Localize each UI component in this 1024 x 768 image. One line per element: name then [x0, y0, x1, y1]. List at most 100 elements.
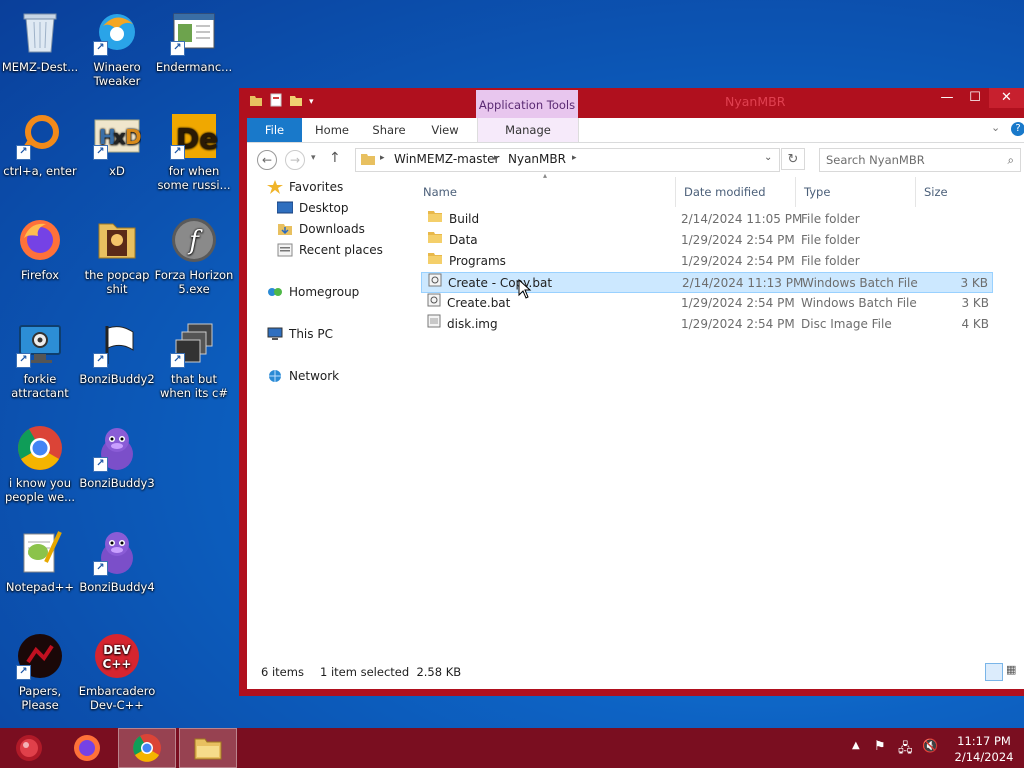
large-icons-view-button[interactable]: ▦: [1006, 663, 1022, 681]
nav-downloads[interactable]: Downloads: [277, 219, 365, 239]
table-row[interactable]: Programs 1/29/2024 2:54 PM File folder: [421, 251, 993, 272]
action-center-flag-icon[interactable]: ⚑: [874, 739, 886, 754]
desktop-icon-notepadpp[interactable]: Notepad++: [0, 528, 80, 594]
desktop-icon-firefox[interactable]: Firefox: [0, 216, 80, 282]
nav-label: Desktop: [299, 201, 349, 215]
breadcrumb-separator-icon: ▸: [380, 153, 385, 163]
table-row[interactable]: Create.bat 1/29/2024 2:54 PM Windows Batch…: [421, 293, 993, 314]
table-row[interactable]: disk.img 1/29/2024 2:54 PM Disc Image File…: [421, 314, 993, 335]
title-bar[interactable]: ▾ Application Tools NyanMBR — ☐ ✕: [239, 88, 1024, 118]
file-type: File folder: [801, 212, 860, 226]
desktop-icon-russian[interactable]: De ↗ for when some russi...: [154, 112, 234, 192]
column-header-size[interactable]: Size: [915, 177, 994, 207]
desktop-icon-xd[interactable]: HxD ↗ xD: [77, 112, 157, 178]
desktop-icon-devcpp[interactable]: DEV C++ Embarcadero Dev-C++: [77, 632, 157, 712]
desktop-icon-winaero[interactable]: ↗ Winaero Tweaker: [77, 8, 157, 88]
shortcut-arrow-icon: ↗: [16, 353, 31, 368]
desktop-icon-bonzibuddy2[interactable]: ↗ BonziBuddy2: [77, 320, 157, 386]
nav-label: Homegroup: [289, 285, 360, 299]
taskbar-firefox[interactable]: [58, 728, 116, 768]
address-bar[interactable]: ▸ WinMEMZ-master ▸ NyanMBR ▸ ⌄: [355, 148, 780, 172]
tab-manage[interactable]: Manage: [477, 118, 579, 142]
table-row[interactable]: Build 2/14/2024 11:05 PM File folder: [421, 209, 993, 230]
desktop-icon-forza[interactable]: f Forza Horizon 5.exe: [154, 216, 234, 296]
close-button[interactable]: ✕: [989, 88, 1024, 108]
properties-icon[interactable]: [269, 93, 283, 110]
file-type: File folder: [801, 233, 860, 247]
volume-muted-icon[interactable]: 🔇: [922, 739, 938, 754]
tab-home[interactable]: Home: [307, 118, 357, 142]
nav-recent-places[interactable]: Recent places: [277, 240, 383, 260]
breadcrumb-item[interactable]: NyanMBR: [508, 152, 566, 166]
file-name-cell: Build: [427, 209, 479, 230]
mouse-cursor-icon: [518, 278, 532, 302]
column-header-type[interactable]: Type: [795, 177, 918, 207]
refresh-button[interactable]: ↻: [781, 148, 805, 170]
nav-label: This PC: [289, 327, 333, 341]
up-button[interactable]: ↑: [329, 150, 341, 166]
taskbar-chrome[interactable]: [118, 728, 176, 768]
help-icon[interactable]: ?: [1011, 122, 1024, 136]
folder-icon: [427, 230, 443, 251]
desktop-icon-endermanch[interactable]: ↗ Endermanc...: [154, 8, 234, 74]
file-name-cell: disk.img: [427, 314, 498, 335]
nav-label: Network: [289, 369, 340, 383]
taskbar: ▲ ⚑ 🖧 🔇 11:17 PM 2/14/2024: [0, 728, 1024, 768]
desktop-icon-papers-please[interactable]: ↗ Papers, Please: [0, 632, 80, 712]
recent-places-icon: [277, 243, 293, 257]
navigation-pane: Favorites Desktop Downloads Recent place…: [247, 177, 417, 655]
column-header-name[interactable]: Name: [423, 177, 675, 207]
column-header-date[interactable]: Date modified: [675, 177, 804, 207]
table-row[interactable]: Create - Copy.bat 2/14/2024 11:13 PM Windo…: [421, 272, 993, 293]
clock-time[interactable]: 11:17 PM: [954, 734, 1014, 748]
desktop-icon-forkie[interactable]: ↗ forkie attractant: [0, 320, 80, 400]
file-date: 2/14/2024 11:05 PM: [681, 212, 803, 226]
desktop-icon-bonzibuddy4[interactable]: ↗ BonziBuddy4: [77, 528, 157, 594]
table-row[interactable]: Data 1/29/2024 2:54 PM File folder: [421, 230, 993, 251]
new-folder-icon[interactable]: [289, 93, 303, 110]
back-button[interactable]: ←: [257, 150, 277, 170]
homegroup-icon: [267, 285, 283, 299]
forward-button[interactable]: →: [285, 150, 305, 170]
qat-dropdown-icon[interactable]: ▾: [309, 97, 314, 107]
maximize-button[interactable]: ☐: [961, 88, 989, 108]
clock-date[interactable]: 2/14/2024: [954, 750, 1014, 764]
tab-file[interactable]: File: [247, 118, 302, 142]
desktop-icon-popcap[interactable]: the popcap shit: [77, 216, 157, 296]
tab-share[interactable]: Share: [365, 118, 413, 142]
desktop-icon-label: Notepad++: [5, 580, 75, 594]
file-type: Disc Image File: [801, 317, 892, 331]
desktop-icon-label: the popcap shit: [84, 268, 150, 296]
nav-homegroup[interactable]: Homegroup: [267, 282, 359, 302]
file-date: 1/29/2024 2:54 PM: [681, 254, 795, 268]
search-placeholder: Search NyanMBR: [826, 153, 925, 167]
file-name: Create - Copy.bat: [448, 276, 553, 290]
batch-file-icon: [428, 273, 442, 294]
content-area: Favorites Desktop Downloads Recent place…: [247, 171, 1024, 655]
breadcrumb-item[interactable]: WinMEMZ-master: [394, 152, 500, 166]
show-hidden-icons-button[interactable]: ▲: [852, 740, 860, 751]
breadcrumb-separator-icon: ▸: [494, 153, 499, 163]
nav-desktop[interactable]: Desktop: [276, 198, 349, 218]
flag-icon: ↗: [93, 320, 141, 368]
nav-this-pc[interactable]: This PC: [267, 324, 333, 344]
tab-view[interactable]: View: [421, 118, 469, 142]
start-button[interactable]: [0, 728, 58, 768]
file-size: 3 KB: [960, 276, 988, 290]
ribbon-expand-icon[interactable]: ⌄: [991, 121, 1000, 134]
nav-network[interactable]: Network: [267, 366, 339, 386]
shortcut-arrow-icon: ↗: [170, 353, 185, 368]
desktop-icon-chrome[interactable]: i know you people we...: [0, 424, 80, 504]
desktop-icon-bonzibuddy3[interactable]: ↗ BonziBuddy3: [77, 424, 157, 490]
desktop-icon-ctrl-a-enter[interactable]: ↗ ctrl+a, enter: [0, 112, 80, 178]
taskbar-file-explorer[interactable]: [179, 728, 237, 768]
details-view-button[interactable]: [985, 663, 1003, 681]
search-input[interactable]: Search NyanMBR ⌕: [819, 148, 1021, 172]
recent-locations-dropdown[interactable]: ▾: [311, 153, 316, 163]
minimize-button[interactable]: —: [933, 88, 961, 108]
desktop-icon-memz[interactable]: MEMZ-Dest...: [0, 8, 80, 74]
desktop-icon-c-sharp[interactable]: ↗ that but when its c#: [154, 320, 234, 400]
network-status-icon[interactable]: 🖧: [898, 739, 913, 761]
nav-favorites[interactable]: Favorites: [267, 177, 343, 197]
address-dropdown-icon[interactable]: ⌄: [764, 152, 772, 163]
